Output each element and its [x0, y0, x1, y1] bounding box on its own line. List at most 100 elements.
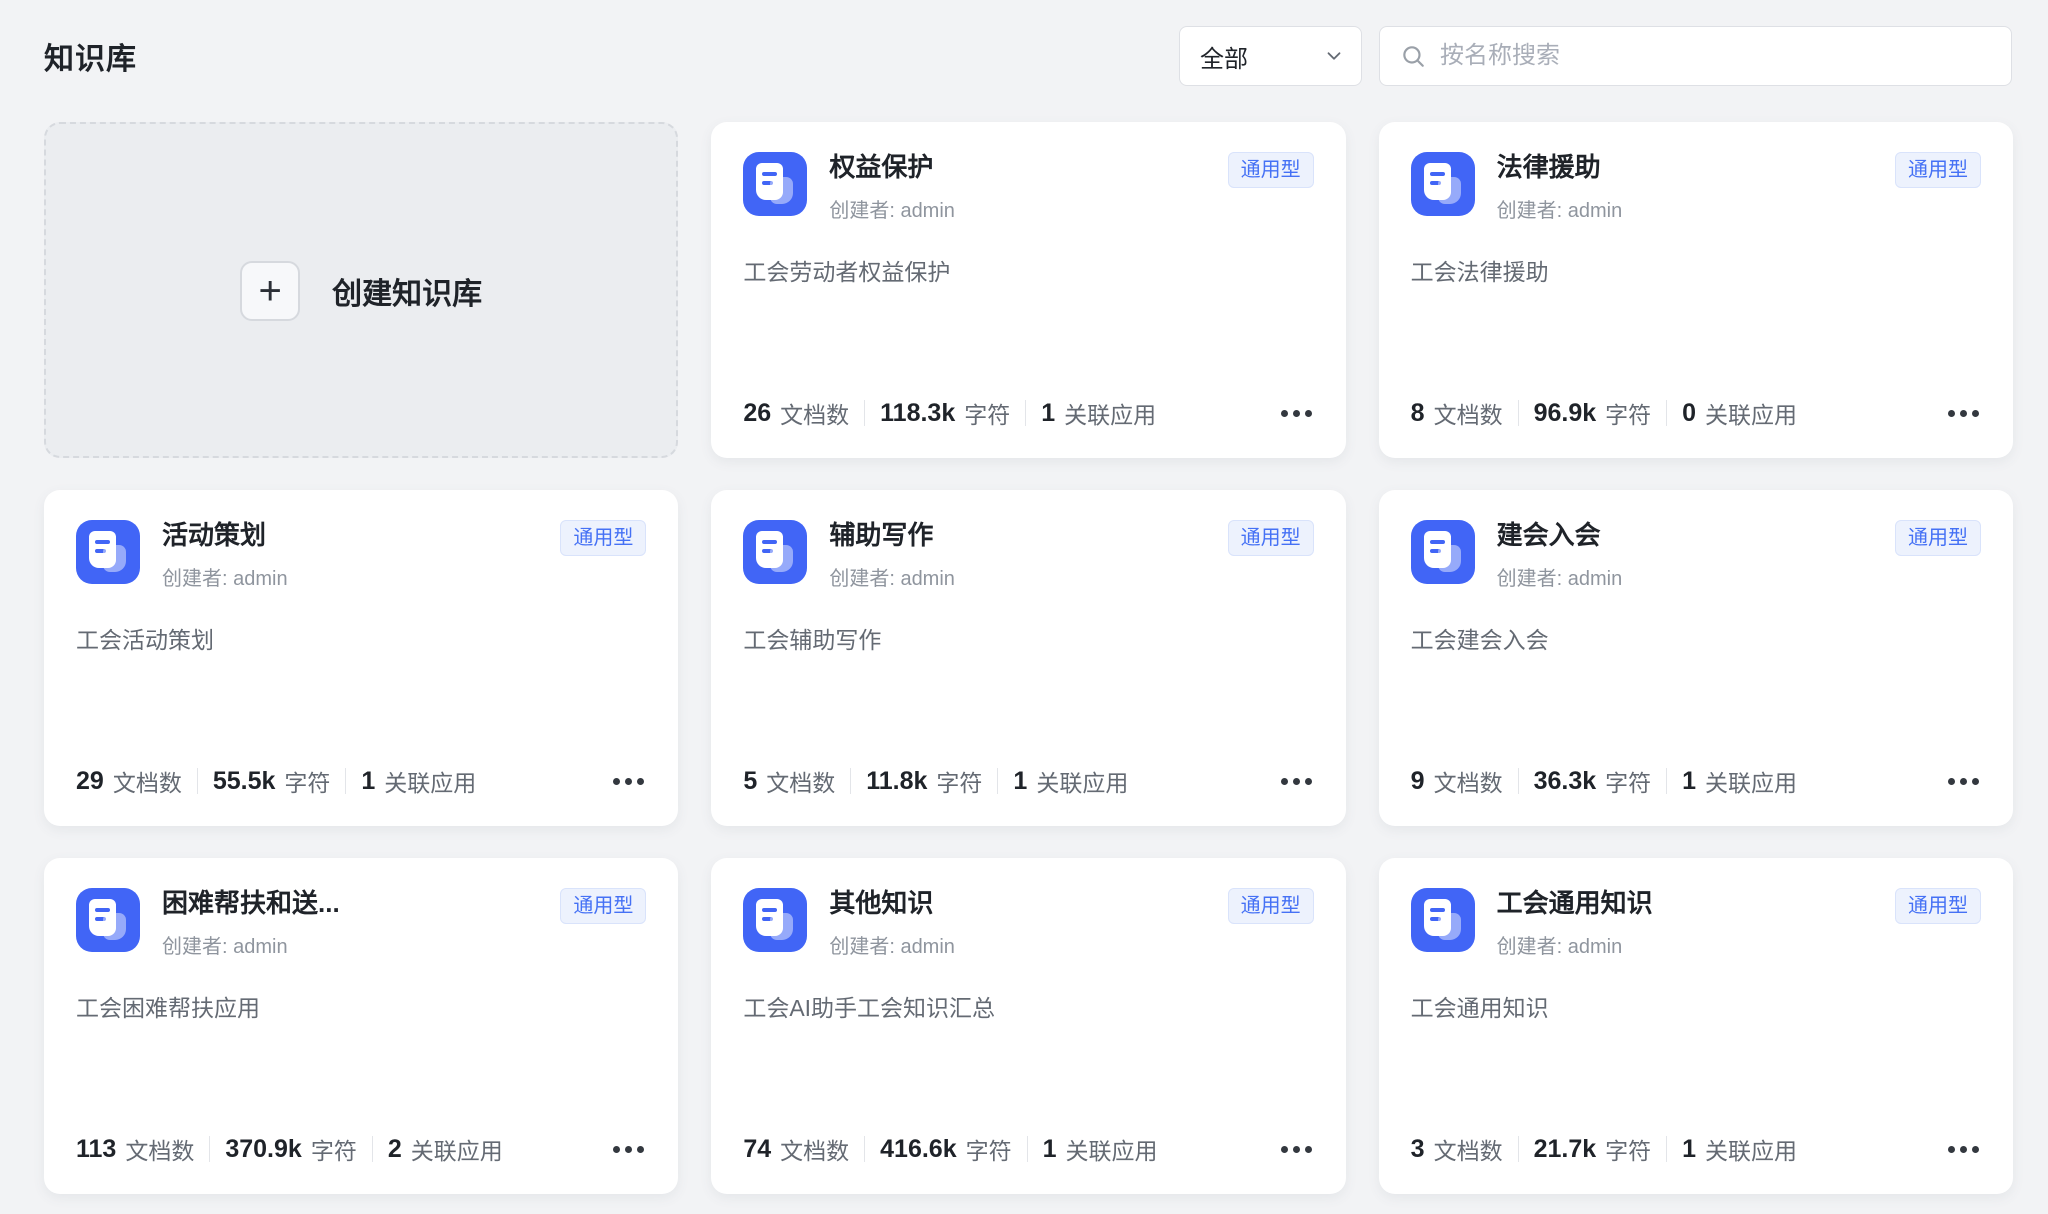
knowledge-base-icon: [1411, 152, 1475, 216]
kb-title: 困难帮扶和送...: [162, 888, 548, 919]
kb-title: 建会入会: [1497, 520, 1883, 551]
search-box[interactable]: [1379, 26, 2012, 86]
doc-count: 26: [743, 399, 771, 428]
stat-divider: [1027, 1136, 1028, 1162]
kb-card[interactable]: 建会入会 创建者: admin 通用型 工会建会入会 9文档数 36.3k字符 …: [1379, 490, 2013, 826]
app-count-label: 关联应用: [1705, 396, 1797, 430]
kb-title: 权益保护: [829, 152, 1215, 183]
more-actions-button[interactable]: [611, 772, 646, 791]
kb-card-header: 权益保护 创建者: admin 通用型: [743, 152, 1313, 223]
kb-card-header: 工会通用知识 创建者: admin 通用型: [1411, 888, 1981, 959]
kb-type-badge: 通用型: [1895, 152, 1981, 188]
char-count: 21.7k: [1534, 1135, 1597, 1164]
kb-card-heading: 工会通用知识 创建者: admin: [1497, 888, 1883, 959]
doc-count: 8: [1411, 399, 1425, 428]
kb-card[interactable]: 法律援助 创建者: admin 通用型 工会法律援助 8文档数 96.9k字符 …: [1379, 122, 2013, 458]
app-count: 2: [388, 1135, 402, 1164]
char-count: 416.6k: [880, 1135, 956, 1164]
char-count-label: 字符: [1605, 1132, 1651, 1166]
knowledge-base-icon: [76, 888, 140, 952]
search-icon: [1400, 43, 1426, 69]
knowledge-base-icon: [743, 152, 807, 216]
kb-type-badge: 通用型: [1228, 888, 1314, 924]
char-count-label: 字符: [311, 1132, 357, 1166]
kb-type-badge: 通用型: [1895, 888, 1981, 924]
app-count: 0: [1682, 399, 1696, 428]
kb-card[interactable]: 其他知识 创建者: admin 通用型 工会AI助手工会知识汇总 74文档数 4…: [711, 858, 1345, 1194]
kb-description: 工会困难帮扶应用: [76, 992, 646, 1132]
kb-card-heading: 辅助写作 创建者: admin: [829, 520, 1215, 591]
more-actions-button[interactable]: [1946, 772, 1981, 791]
kb-card-header: 建会入会 创建者: admin 通用型: [1411, 520, 1981, 591]
kb-card-heading: 权益保护 创建者: admin: [829, 152, 1215, 223]
stat-divider: [1518, 1136, 1519, 1162]
kb-card[interactable]: 权益保护 创建者: admin 通用型 工会劳动者权益保护 26文档数 118.…: [711, 122, 1345, 458]
kb-card-header: 辅助写作 创建者: admin 通用型: [743, 520, 1313, 591]
more-actions-button[interactable]: [1279, 404, 1314, 423]
doc-count-label: 文档数: [766, 764, 835, 798]
kb-card[interactable]: 辅助写作 创建者: admin 通用型 工会辅助写作 5文档数 11.8k字符 …: [711, 490, 1345, 826]
app-count: 1: [1043, 1135, 1057, 1164]
app-count: 1: [1682, 767, 1696, 796]
knowledge-base-icon: [1411, 888, 1475, 952]
kb-description: 工会活动策划: [76, 624, 646, 764]
doc-count: 74: [743, 1135, 771, 1164]
kb-title: 其他知识: [829, 888, 1215, 919]
stat-divider: [864, 1136, 865, 1162]
app-count: 1: [1682, 1135, 1696, 1164]
app-count-label: 关联应用: [1705, 764, 1797, 798]
page-title: 知识库: [44, 34, 137, 78]
char-count-label: 字符: [284, 764, 330, 798]
more-actions-button[interactable]: [1946, 1140, 1981, 1159]
topbar: 知识库 全部: [0, 0, 2048, 86]
kb-creator: 创建者: admin: [829, 930, 1215, 959]
kb-card[interactable]: 困难帮扶和送... 创建者: admin 通用型 工会困难帮扶应用 113文档数…: [44, 858, 678, 1194]
doc-count-label: 文档数: [125, 1132, 194, 1166]
app-count-label: 关联应用: [1036, 764, 1128, 798]
char-count-label: 字符: [964, 396, 1010, 430]
kb-description: 工会辅助写作: [743, 624, 1313, 764]
char-count: 96.9k: [1534, 399, 1597, 428]
search-input[interactable]: [1438, 41, 1991, 71]
stat-divider: [1518, 400, 1519, 426]
create-knowledge-base-card[interactable]: + 创建知识库: [44, 122, 678, 458]
kb-creator: 创建者: admin: [1497, 562, 1883, 591]
filter-dropdown[interactable]: 全部: [1179, 26, 1362, 86]
char-count: 36.3k: [1534, 767, 1597, 796]
doc-count-label: 文档数: [1434, 764, 1503, 798]
kb-title: 活动策划: [162, 520, 548, 551]
char-count-label: 字符: [936, 764, 982, 798]
char-count: 55.5k: [213, 767, 276, 796]
kb-creator: 创建者: admin: [1497, 930, 1883, 959]
more-actions-button[interactable]: [1279, 1140, 1314, 1159]
stat-divider: [997, 768, 998, 794]
knowledge-base-icon: [743, 888, 807, 952]
stat-divider: [1666, 1136, 1667, 1162]
char-count-label: 字符: [966, 1132, 1012, 1166]
kb-card[interactable]: 工会通用知识 创建者: admin 通用型 工会通用知识 3文档数 21.7k字…: [1379, 858, 2013, 1194]
char-count-label: 字符: [1605, 396, 1651, 430]
stat-divider: [1025, 400, 1026, 426]
kb-description: 工会建会入会: [1411, 624, 1981, 764]
kb-type-badge: 通用型: [1228, 152, 1314, 188]
knowledge-base-grid: + 创建知识库 权益保护 创建者: admin 通用型 工会劳动者权益保护 26…: [44, 122, 2013, 1194]
stat-divider: [1518, 768, 1519, 794]
kb-card[interactable]: 活动策划 创建者: admin 通用型 工会活动策划 29文档数 55.5k字符…: [44, 490, 678, 826]
kb-type-badge: 通用型: [560, 888, 646, 924]
more-actions-button[interactable]: [1279, 772, 1314, 791]
doc-count: 29: [76, 767, 104, 796]
app-count-label: 关联应用: [411, 1132, 503, 1166]
more-actions-button[interactable]: [1946, 404, 1981, 423]
kb-card-heading: 法律援助 创建者: admin: [1497, 152, 1883, 223]
doc-count-label: 文档数: [113, 764, 182, 798]
more-actions-button[interactable]: [611, 1140, 646, 1159]
kb-title: 辅助写作: [829, 520, 1215, 551]
kb-title: 法律援助: [1497, 152, 1883, 183]
stat-divider: [1666, 400, 1667, 426]
doc-count: 113: [76, 1135, 116, 1164]
stat-divider: [345, 768, 346, 794]
create-knowledge-base-label: 创建知识库: [332, 269, 482, 313]
kb-type-badge: 通用型: [560, 520, 646, 556]
kb-creator: 创建者: admin: [829, 562, 1215, 591]
app-count-label: 关联应用: [1705, 1132, 1797, 1166]
